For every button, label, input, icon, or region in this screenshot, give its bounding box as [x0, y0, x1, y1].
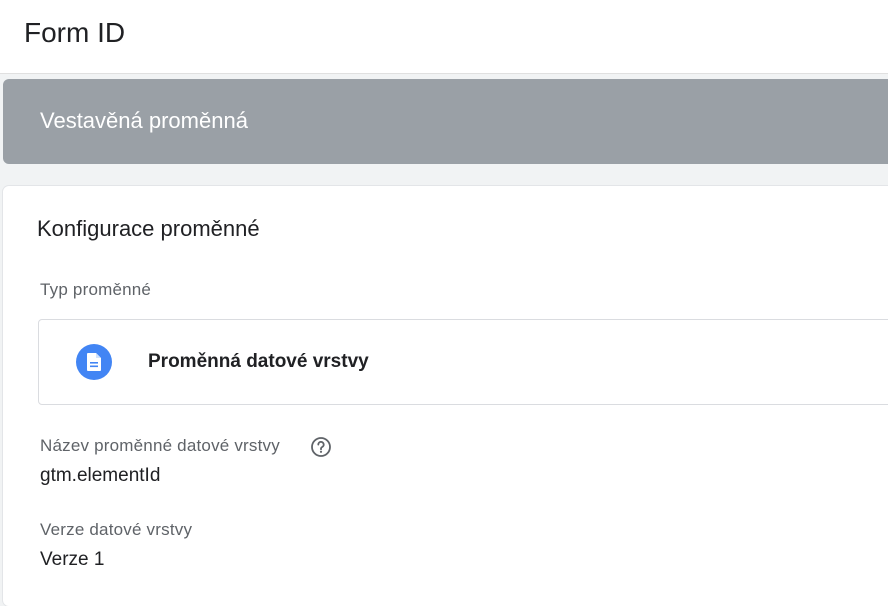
variable-name-value: gtm.elementId: [40, 465, 161, 486]
page-title[interactable]: Form ID: [24, 14, 125, 52]
variable-type-name: Proměnná datové vrstvy: [148, 351, 369, 372]
data-layer-version-value: Verze 1: [40, 549, 105, 570]
help-icon[interactable]: [310, 436, 332, 458]
document-icon: [76, 344, 112, 380]
variable-type-label: Typ proměnné: [40, 280, 152, 299]
data-layer-version-label: Verze datové vrstvy: [40, 520, 193, 539]
variable-type-selector[interactable]: Proměnná datové vrstvy: [38, 319, 888, 405]
banner-text: Vestavěná proměnná: [40, 108, 248, 133]
page-header: Form ID: [0, 0, 888, 74]
built-in-variable-banner: Vestavěná proměnná: [3, 79, 888, 164]
variable-name-label: Název proměnné datové vrstvy: [40, 436, 280, 455]
card-title: Konfigurace proměnné: [37, 216, 260, 241]
